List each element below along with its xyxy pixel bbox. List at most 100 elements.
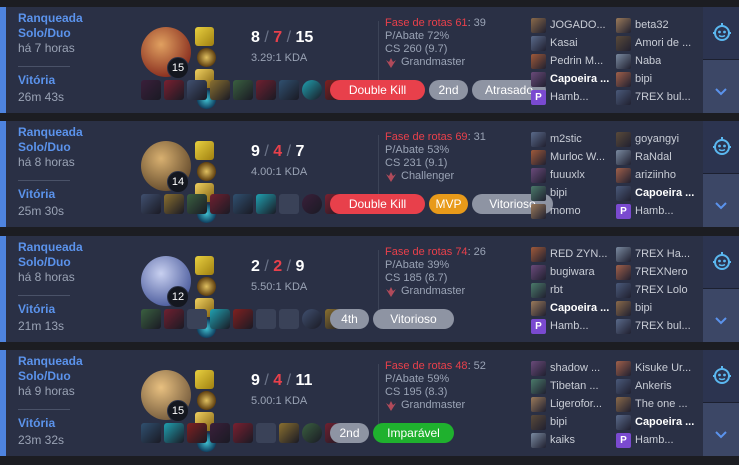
flash-spell-icon[interactable] — [195, 370, 214, 389]
ward-item-icon[interactable] — [302, 194, 322, 214]
participant[interactable]: Capoeira ... — [616, 414, 698, 430]
item-icon[interactable] — [279, 423, 299, 443]
participant[interactable]: bipi — [531, 414, 613, 430]
participant[interactable]: Pedrin M... — [531, 53, 613, 69]
keystone-rune-icon[interactable] — [197, 162, 216, 181]
item-icon[interactable] — [256, 80, 276, 100]
item-icon[interactable] — [210, 423, 230, 443]
item-icon[interactable] — [256, 423, 276, 443]
item-icon[interactable] — [141, 80, 161, 100]
participant[interactable]: fuuuxlx — [531, 167, 613, 183]
participant[interactable]: 7REXNero — [616, 264, 698, 280]
participant[interactable]: ariziinho — [616, 167, 698, 183]
participant[interactable]: Kisuke Ur... — [616, 360, 698, 376]
item-icon[interactable] — [256, 194, 276, 214]
item-icon[interactable] — [256, 309, 276, 329]
ward-item-icon[interactable] — [302, 80, 322, 100]
item-icon[interactable] — [164, 423, 184, 443]
item-icon[interactable] — [187, 423, 207, 443]
participant[interactable]: shadow ... — [531, 360, 613, 376]
participant[interactable]: goyangyi — [616, 131, 698, 147]
champion-portrait[interactable]: 14 — [141, 141, 195, 195]
flash-spell-icon[interactable] — [195, 256, 214, 275]
participant[interactable]: P Hamb... — [531, 89, 613, 105]
item-icon[interactable] — [210, 309, 230, 329]
champion-portrait[interactable]: 15 — [141, 27, 195, 81]
champion-portrait[interactable]: 15 — [141, 370, 195, 424]
match-card[interactable]: Ranqueada Solo/Duo há 8 horas Vitória 21… — [0, 236, 739, 342]
participant[interactable]: Capoeira ... — [531, 300, 613, 316]
item-icon[interactable] — [141, 309, 161, 329]
champion-portrait[interactable]: 12 — [141, 256, 195, 310]
ai-analysis-button[interactable] — [703, 7, 739, 60]
participant[interactable]: 7REX bul... — [616, 318, 698, 334]
item-icon[interactable] — [233, 80, 253, 100]
participant[interactable]: P Hamb... — [531, 318, 613, 334]
keystone-rune-icon[interactable] — [197, 277, 216, 296]
participant[interactable]: Ligerofor... — [531, 396, 613, 412]
participant[interactable]: Ankeris — [616, 378, 698, 394]
participant[interactable]: JOGADO... — [531, 17, 613, 33]
item-icon[interactable] — [164, 80, 184, 100]
participant[interactable]: momo — [531, 203, 613, 219]
flash-spell-icon[interactable] — [195, 141, 214, 160]
item-icon[interactable] — [187, 309, 207, 329]
participant[interactable]: Naba — [616, 53, 698, 69]
chevron-down-icon[interactable] — [714, 87, 728, 97]
item-icon[interactable] — [233, 423, 253, 443]
champion-avatar-icon — [531, 131, 546, 147]
item-icon[interactable] — [210, 194, 230, 214]
item-icon[interactable] — [279, 194, 299, 214]
participant[interactable]: The one ... — [616, 396, 698, 412]
item-icon[interactable] — [187, 80, 207, 100]
participant[interactable]: bipi — [616, 300, 698, 316]
participant[interactable]: rbt — [531, 282, 613, 298]
item-icon[interactable] — [210, 80, 230, 100]
ward-item-icon[interactable] — [302, 423, 322, 443]
item-icon[interactable] — [279, 80, 299, 100]
participant[interactable]: Amori de ... — [616, 35, 698, 51]
item-icon[interactable] — [233, 194, 253, 214]
participant[interactable]: Murloc W... — [531, 149, 613, 165]
participant[interactable]: Capoeira ... — [531, 71, 613, 87]
flash-spell-icon[interactable] — [195, 27, 214, 46]
ward-item-icon[interactable] — [302, 309, 322, 329]
queue-type-line2: Solo/Duo — [18, 255, 71, 269]
chevron-down-icon[interactable] — [714, 201, 728, 211]
match-card[interactable]: Ranqueada Solo/Duo há 9 horas Vitória 23… — [0, 350, 739, 456]
participant[interactable]: 7REX Lolo — [616, 282, 698, 298]
item-icon[interactable] — [233, 309, 253, 329]
participant[interactable]: 7REX bul... — [616, 89, 698, 105]
participant[interactable]: 7REX Ha... — [616, 246, 698, 262]
keystone-rune-icon[interactable] — [197, 48, 216, 67]
item-icon[interactable] — [141, 194, 161, 214]
item-icon[interactable] — [164, 194, 184, 214]
participant-name: shadow ... — [550, 362, 601, 374]
participant[interactable]: kaiks — [531, 432, 613, 448]
participant[interactable]: Tibetan ... — [531, 378, 613, 394]
chevron-down-icon[interactable] — [714, 316, 728, 326]
participant[interactable]: RED ZYN... — [531, 246, 613, 262]
participant[interactable]: Kasai — [531, 35, 613, 51]
participant[interactable]: bugiwara — [531, 264, 613, 280]
ai-analysis-button[interactable] — [703, 236, 739, 289]
participant[interactable]: P Hamb... — [616, 432, 698, 448]
item-icon[interactable] — [141, 423, 161, 443]
chevron-down-icon[interactable] — [714, 430, 728, 440]
participant[interactable]: bipi — [616, 71, 698, 87]
item-icon[interactable] — [164, 309, 184, 329]
item-icon[interactable] — [279, 309, 299, 329]
ai-analysis-button[interactable] — [703, 350, 739, 403]
participant[interactable]: beta32 — [616, 17, 698, 33]
participant[interactable]: Capoeira ... — [616, 185, 698, 201]
keystone-rune-icon[interactable] — [197, 391, 216, 410]
item-icon[interactable] — [187, 194, 207, 214]
match-card[interactable]: Ranqueada Solo/Duo há 7 horas Vitória 26… — [0, 7, 739, 113]
participant[interactable]: bipi — [531, 185, 613, 201]
ai-analysis-button[interactable] — [703, 121, 739, 174]
participant[interactable]: P Hamb... — [616, 203, 698, 219]
participant[interactable]: RaNdal — [616, 149, 698, 165]
participant[interactable]: m2stic — [531, 131, 613, 147]
match-card[interactable]: Ranqueada Solo/Duo há 8 horas Vitória 25… — [0, 121, 739, 227]
queue-type-line1: Ranqueada — [18, 240, 83, 254]
